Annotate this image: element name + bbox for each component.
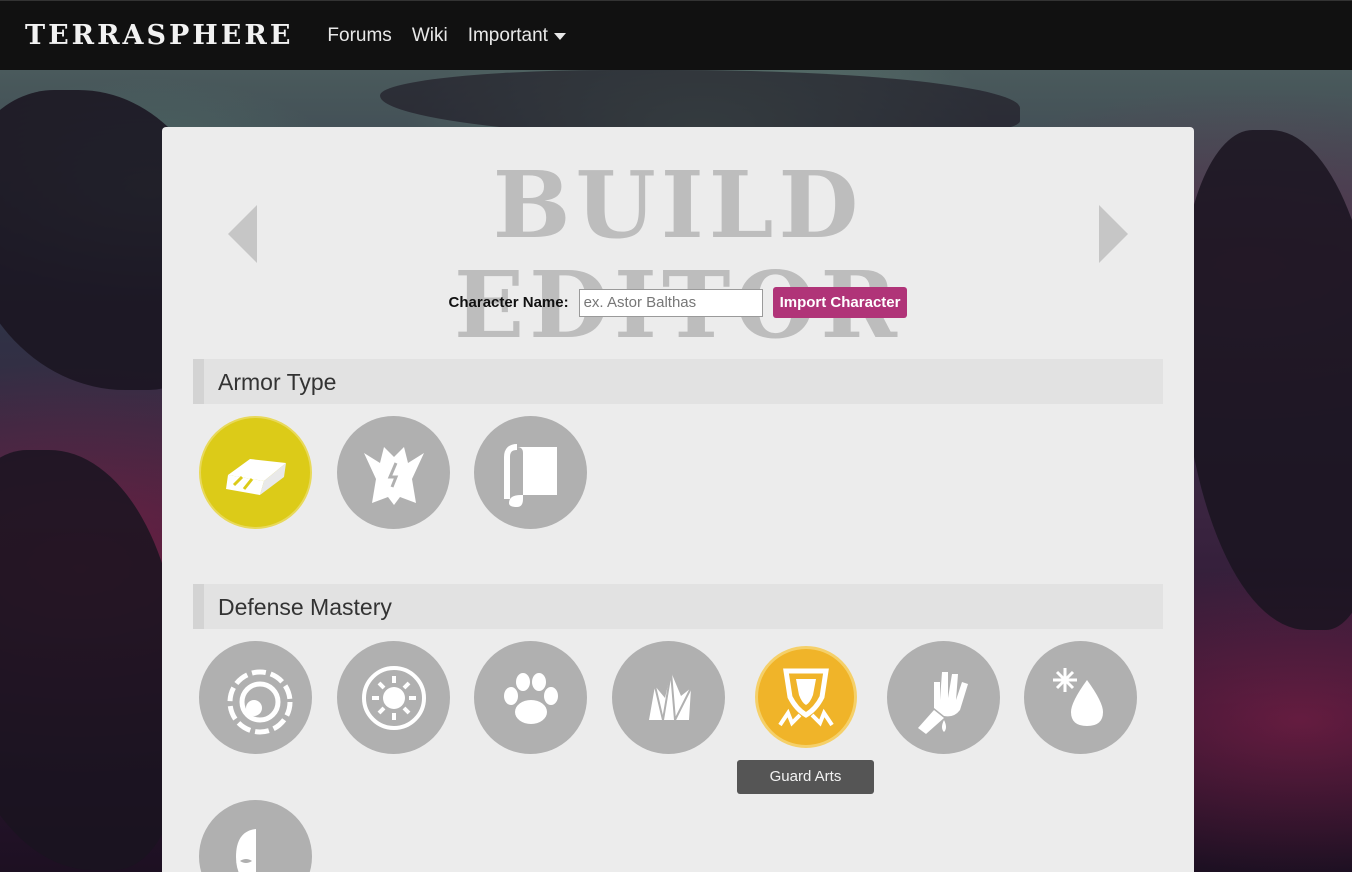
- title-row: BUILD EDITOR: [162, 155, 1194, 355]
- character-name-label: Character Name:: [448, 294, 569, 311]
- mastery-frost-option[interactable]: [1024, 641, 1137, 754]
- page-title: BUILD EDITOR: [454, 151, 897, 355]
- nav-important-label: Important: [467, 24, 548, 46]
- import-character-button[interactable]: Import Character: [772, 287, 908, 318]
- heavy-armor-icon: [225, 458, 286, 495]
- previous-arrow-icon[interactable]: [228, 205, 257, 263]
- mastery-beast-option[interactable]: [474, 641, 587, 754]
- armor-type-heading: Armor Type: [193, 359, 1163, 404]
- mastery-blood-hand-option[interactable]: [887, 641, 1000, 754]
- nav-forums-link[interactable]: Forums: [327, 25, 391, 47]
- armor-light-option[interactable]: [474, 416, 587, 529]
- build-editor-panel: BUILD EDITOR Character Name: Import Char…: [162, 127, 1194, 872]
- medium-armor-icon: [363, 446, 424, 505]
- defense-mastery-heading: Defense Mastery: [193, 584, 1163, 629]
- tree-silhouette: [0, 450, 180, 870]
- blood-hand-icon: [917, 671, 968, 734]
- next-arrow-icon[interactable]: [1099, 205, 1128, 263]
- mastery-radiant-option[interactable]: [337, 641, 450, 754]
- mastery-guard-arts-option[interactable]: [755, 646, 857, 748]
- mask-icon: [235, 828, 256, 872]
- nav-wiki-link[interactable]: Wiki: [412, 25, 448, 47]
- armor-medium-option[interactable]: [337, 416, 450, 529]
- caret-down-icon: [553, 33, 566, 40]
- armor-heavy-option[interactable]: [199, 416, 312, 529]
- character-name-row: Character Name: Import Character: [162, 287, 1194, 318]
- nav-important-dropdown[interactable]: Important: [468, 25, 566, 47]
- deflect-icon: [227, 669, 292, 734]
- guard-arts-icon: [778, 668, 834, 727]
- mastery-crystal-option[interactable]: [612, 641, 725, 754]
- beast-paw-icon: [503, 672, 558, 724]
- nav-links: Forums Wiki Important: [327, 25, 586, 47]
- frost-drop-icon: [1052, 667, 1103, 726]
- brand-logo[interactable]: TERRASPHERE: [25, 20, 293, 51]
- rock-silhouette: [1180, 130, 1352, 630]
- crystal-icon: [648, 671, 692, 724]
- light-armor-icon: [503, 443, 557, 507]
- mastery-mask-option[interactable]: [199, 800, 312, 872]
- mastery-deflect-option[interactable]: [199, 641, 312, 754]
- character-name-input[interactable]: [578, 288, 763, 317]
- top-navbar: TERRASPHERE Forums Wiki Important: [0, 0, 1352, 70]
- radiant-orbit-icon: [361, 665, 426, 730]
- mastery-tooltip: Guard Arts: [737, 760, 874, 794]
